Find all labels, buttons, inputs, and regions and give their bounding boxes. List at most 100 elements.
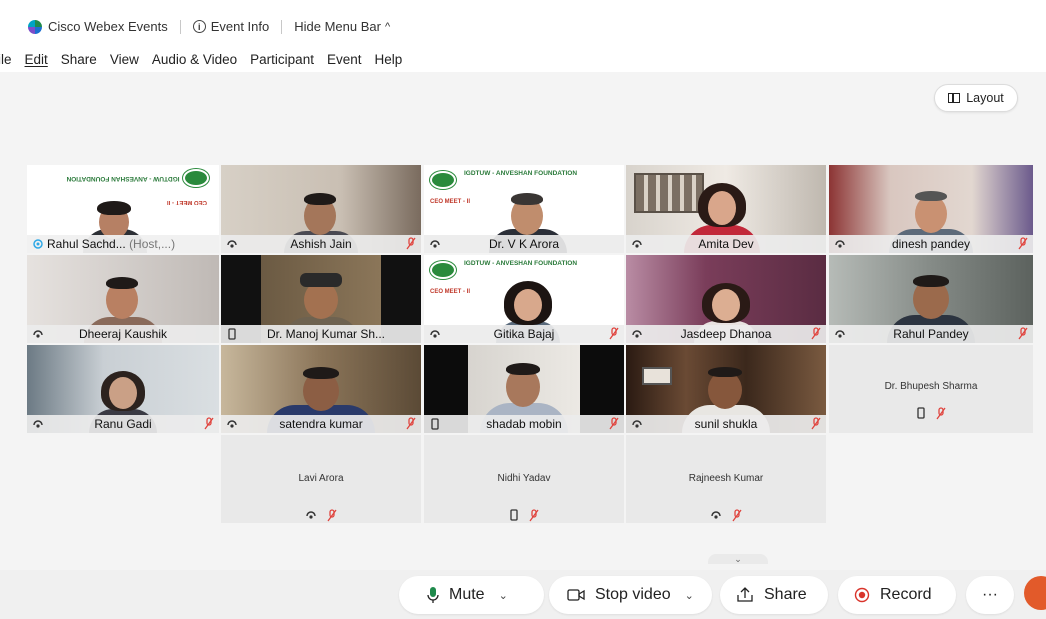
video-tile-no-video[interactable]: Lavi Arora xyxy=(221,435,421,523)
title-bar: Cisco Webex Events i Event Info Hide Men… xyxy=(0,0,1046,46)
video-tile[interactable]: shadab mobin xyxy=(424,345,624,433)
microphone-icon xyxy=(427,586,439,604)
participant-name: Dr. Manoj Kumar Sh... xyxy=(266,327,386,341)
menu-audio-video[interactable]: Audio & Video xyxy=(152,52,237,67)
chevron-down-icon[interactable]: ⌄ xyxy=(685,589,694,602)
menu-bar: ile Edit Share View Audio & Video Partic… xyxy=(0,46,1046,72)
participant-name: Lavi Arora xyxy=(298,473,344,484)
participant-name: satendra kumar xyxy=(279,417,363,431)
participant-name: Ranu Gadi xyxy=(94,417,152,431)
participant-name: shadab mobin xyxy=(486,417,562,431)
muted-mic-icon xyxy=(1018,327,1028,340)
participant-name: Nidhi Yadav xyxy=(497,473,551,484)
menu-share[interactable]: Share xyxy=(61,52,97,67)
stop-video-button[interactable]: Stop video ⌄ xyxy=(549,576,712,614)
video-tile[interactable]: Dr. Manoj Kumar Sh... xyxy=(221,255,421,343)
participant-name: Gitika Bajaj xyxy=(493,327,555,341)
participant-name-bar: Dr. V K Arora xyxy=(424,235,624,253)
foundation-logo-icon xyxy=(430,261,456,279)
participant-name-bar: Ranu Gadi xyxy=(27,415,219,433)
hide-menu-bar-label: Hide Menu Bar xyxy=(294,19,381,34)
app-name: Cisco Webex Events xyxy=(48,19,168,34)
menu-edit[interactable]: Edit xyxy=(25,52,48,67)
menu-view[interactable]: View xyxy=(110,52,139,67)
video-tile[interactable]: Rahul Pandey xyxy=(829,255,1033,343)
participant-name: Rahul Pandey xyxy=(893,327,969,341)
video-tile[interactable]: Dheeraj Kaushik xyxy=(27,255,219,343)
share-label: Share xyxy=(764,586,807,603)
participant-name: Dheeraj Kaushik xyxy=(78,327,168,341)
video-tile[interactable]: sunil shukla xyxy=(626,345,826,433)
participant-name: Ashish Jain xyxy=(290,237,352,251)
layout-label: Layout xyxy=(966,91,1004,105)
record-icon xyxy=(854,587,870,603)
record-button[interactable]: Record xyxy=(838,576,956,614)
participant-name-bar: Ashish Jain xyxy=(221,235,421,253)
video-tile[interactable]: Ranu Gadi xyxy=(27,345,219,433)
more-options-button[interactable]: ··· xyxy=(966,576,1014,614)
webex-logo-icon xyxy=(28,19,42,34)
video-tile[interactable]: Amita Dev xyxy=(626,165,826,253)
muted-mic-icon xyxy=(609,417,619,430)
muted-mic-icon xyxy=(406,417,416,430)
video-tile-no-video[interactable]: Nidhi Yadav xyxy=(424,435,624,523)
record-label: Record xyxy=(880,586,932,603)
muted-mic-icon xyxy=(327,509,337,522)
chevron-down-icon: ⌄ xyxy=(734,554,742,564)
hide-menu-bar-button[interactable]: Hide Menu Bar ^ xyxy=(294,19,390,34)
participant-name: Rahul Sachd... xyxy=(47,237,126,251)
participant-name-bar: Rahul Sachd... (Host,...) xyxy=(27,235,219,253)
video-tile[interactable]: satendra kumar xyxy=(221,345,421,433)
participant-name-bar: Gitika Bajaj xyxy=(424,325,624,343)
foundation-logo-icon xyxy=(183,169,209,187)
layout-grid-icon xyxy=(948,93,961,103)
muted-mic-icon xyxy=(406,237,416,250)
divider xyxy=(179,19,181,34)
event-info-button[interactable]: i Event Info xyxy=(192,19,270,34)
video-tile[interactable]: Ashish Jain xyxy=(221,165,421,253)
stop-video-label: Stop video xyxy=(595,586,671,603)
banner-text: IGDTUW - ANVESHAN FOUNDATION xyxy=(464,260,578,267)
phone-icon xyxy=(917,407,925,419)
video-tile-no-video[interactable]: Dr. Bhupesh Sharma xyxy=(829,345,1033,433)
menu-participant[interactable]: Participant xyxy=(250,52,314,67)
video-tile-no-video[interactable]: Rajneesh Kumar xyxy=(626,435,826,523)
share-button[interactable]: Share xyxy=(720,576,828,614)
share-icon xyxy=(736,587,754,603)
more-icon: ··· xyxy=(982,586,998,603)
menu-file[interactable]: ile xyxy=(0,52,12,67)
participant-name-bar: sunil shukla xyxy=(626,415,826,433)
menu-help[interactable]: Help xyxy=(375,52,403,67)
participant-name-bar: Rahul Pandey xyxy=(829,325,1033,343)
banner-text: IGDTUW - ANVESHAN FOUNDATION xyxy=(464,170,578,177)
webex-events-window: Cisco Webex Events i Event Info Hide Men… xyxy=(0,0,1046,619)
mute-label: Mute xyxy=(449,586,485,603)
chevron-down-icon[interactable]: ⌄ xyxy=(499,589,508,602)
audio-connected-icon xyxy=(306,511,316,519)
muted-mic-icon xyxy=(204,417,214,430)
video-tile[interactable]: IGDTUW - ANVESHAN FOUNDATION CEO MEET - … xyxy=(424,255,624,343)
layout-button[interactable]: Layout xyxy=(934,84,1018,112)
participant-name: dinesh pandey xyxy=(891,237,971,251)
muted-mic-icon xyxy=(609,327,619,340)
muted-mic-icon xyxy=(936,407,946,420)
video-tile[interactable]: IGDTUW - ANVESHAN FOUNDATION CEO MEET - … xyxy=(424,165,624,253)
participant-name: Jasdeep Dhanoa xyxy=(680,327,772,341)
menu-event[interactable]: Event xyxy=(327,52,362,67)
event-info-label: Event Info xyxy=(210,19,270,34)
divider xyxy=(281,19,283,34)
video-tile[interactable]: IGDTUW - ANVESHAN FOUNDATION CEO MEET - … xyxy=(27,165,219,253)
video-tile[interactable]: dinesh pandey xyxy=(829,165,1033,253)
foundation-logo-icon xyxy=(430,171,456,189)
audio-connected-icon xyxy=(33,239,43,249)
participant-name-bar: satendra kumar xyxy=(221,415,421,433)
host-label: (Host,...) xyxy=(129,237,176,251)
mute-button[interactable]: Mute ⌄ xyxy=(399,576,544,614)
video-tile[interactable]: Jasdeep Dhanoa xyxy=(626,255,826,343)
participant-name-bar: Amita Dev xyxy=(626,235,826,253)
participant-name: Dr. V K Arora xyxy=(488,237,560,251)
collapse-handle[interactable]: ⌄ xyxy=(708,554,768,564)
participant-name-bar: shadab mobin xyxy=(424,415,624,433)
muted-mic-icon xyxy=(1018,237,1028,250)
muted-mic-icon xyxy=(529,509,539,522)
